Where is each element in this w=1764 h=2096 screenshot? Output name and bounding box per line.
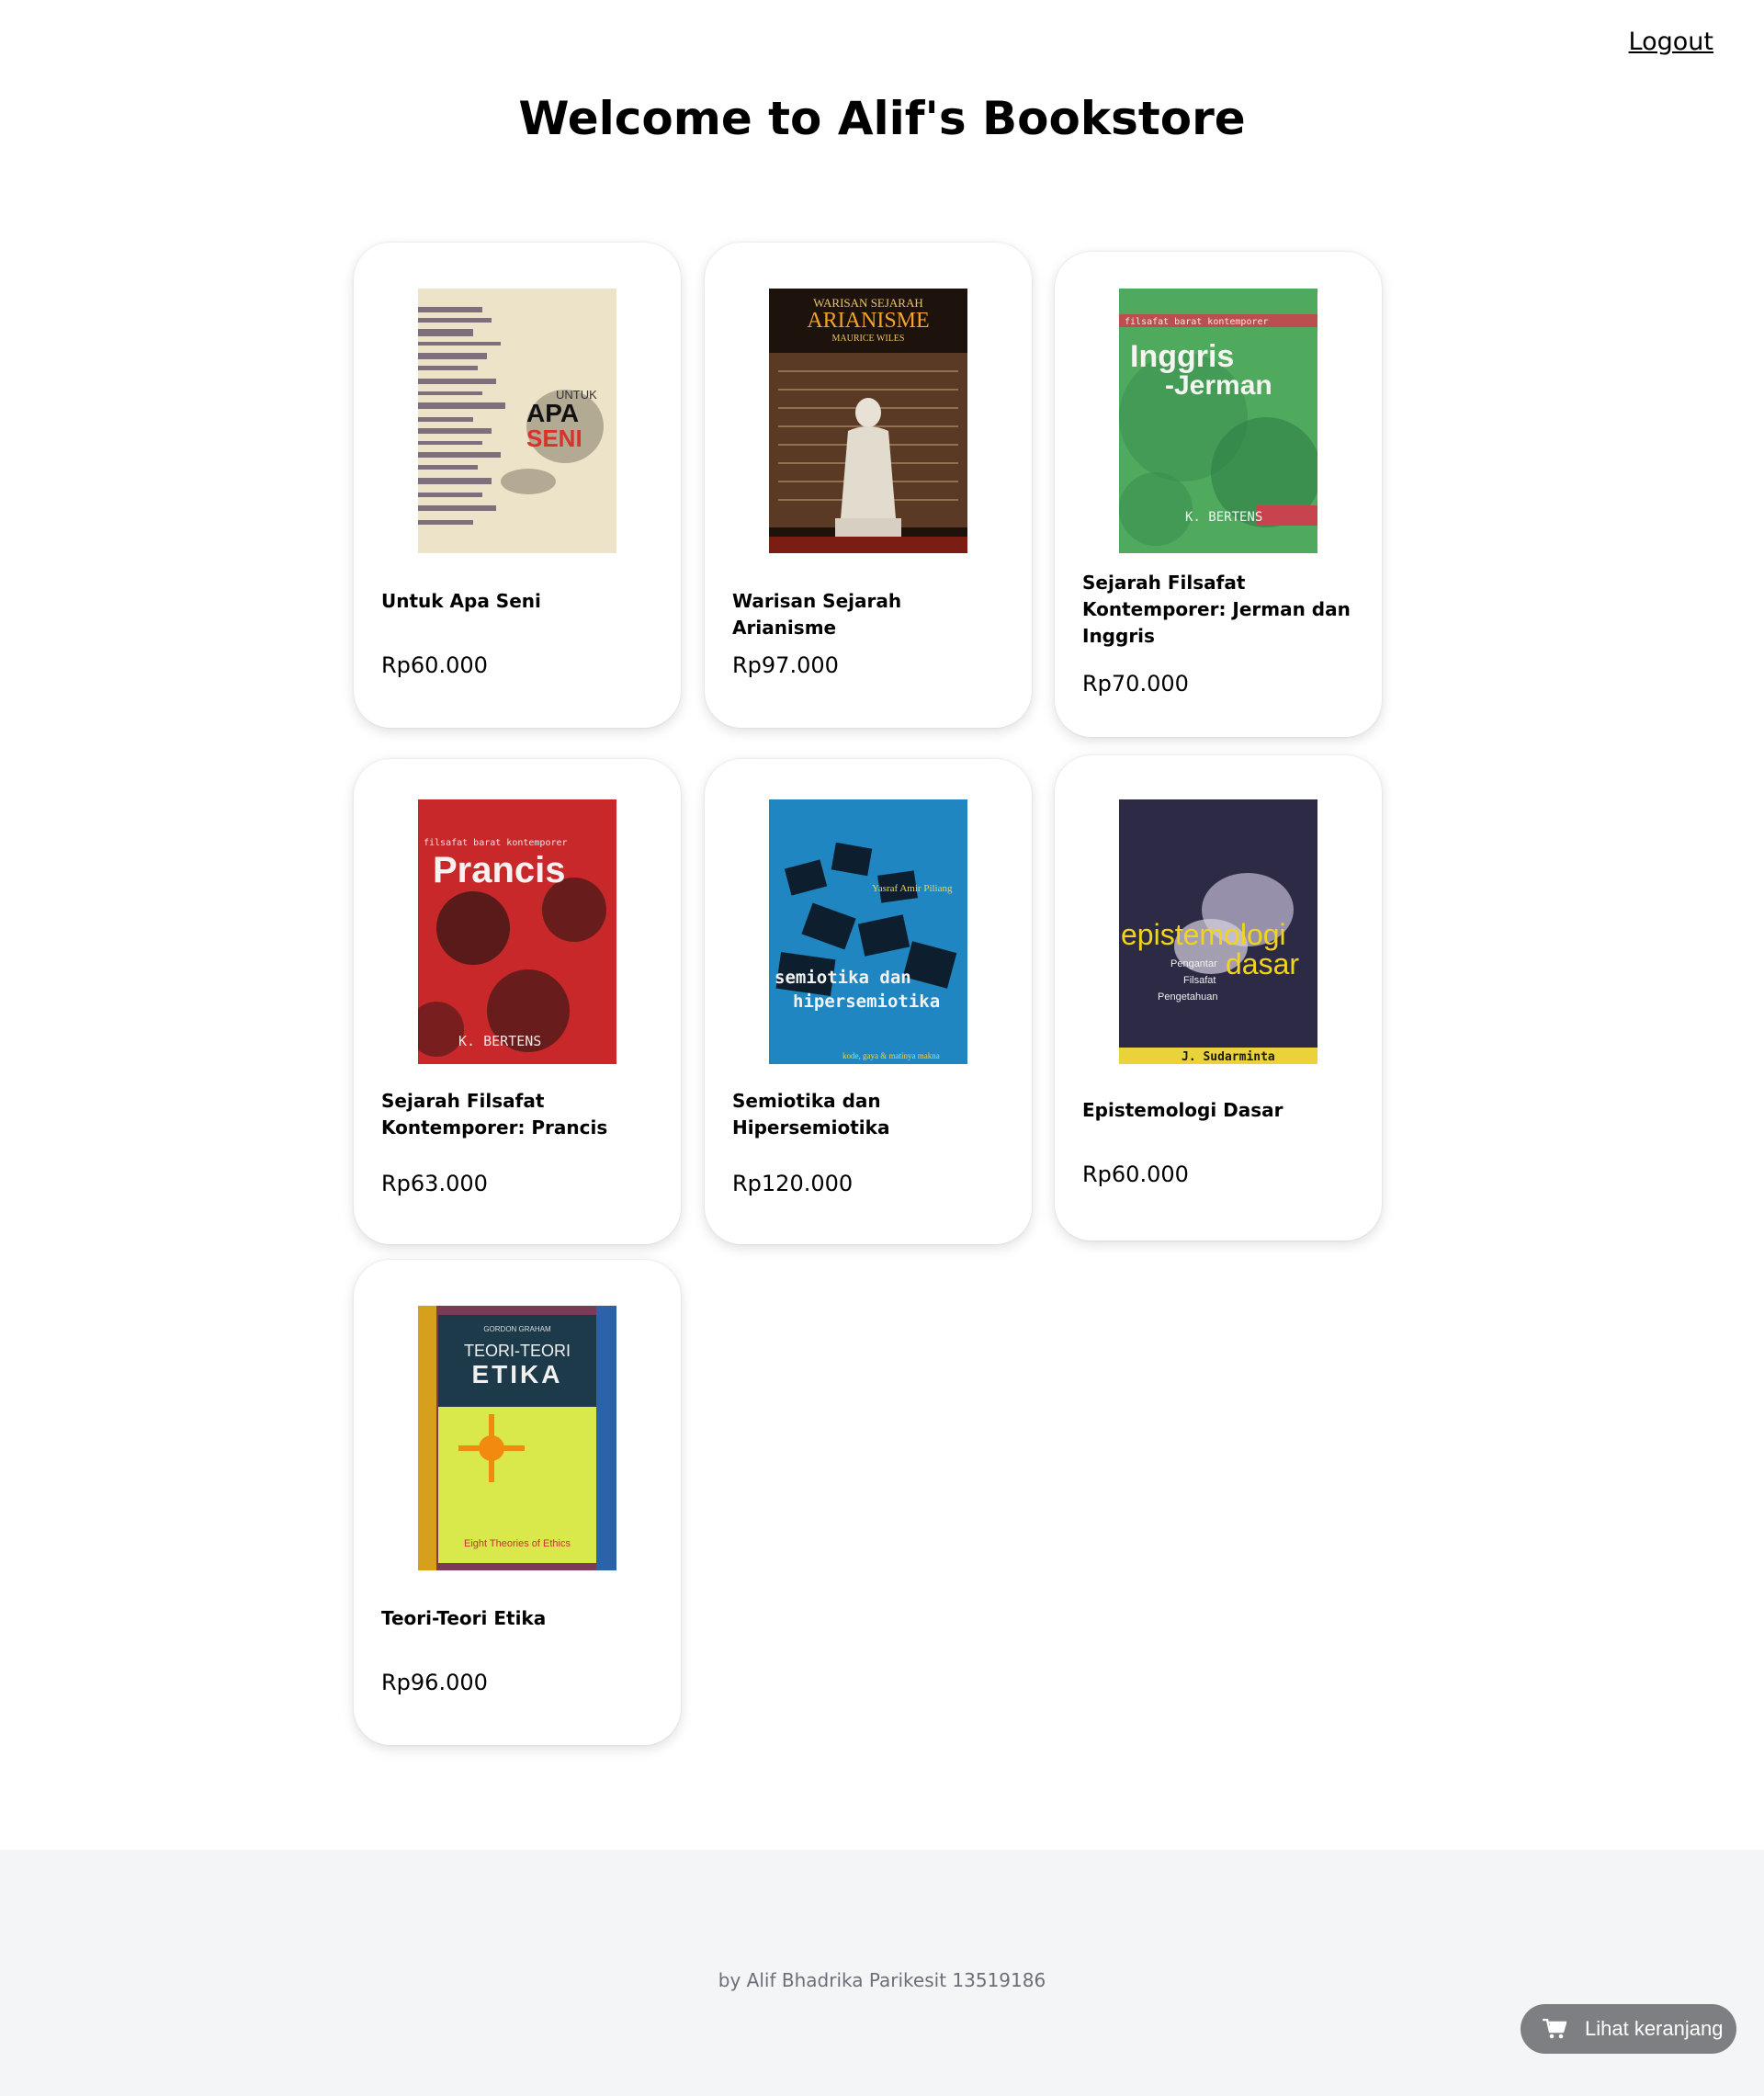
shopping-cart-icon xyxy=(1543,2019,1566,2039)
cover-text: ETIKA xyxy=(472,1360,563,1388)
footer-credit: by Alif Bhadrika Parikesit 13519186 xyxy=(718,1969,1046,1991)
book-cover[interactable]: filsafat barat kontemporer Prancis K. BE… xyxy=(418,799,616,1064)
book-title[interactable]: Semiotika dan Hipersemiotika xyxy=(732,1088,1008,1141)
cover-text: TEORI-TEORI xyxy=(464,1342,571,1360)
cover-text: Pengantar xyxy=(1170,958,1217,969)
cover-text: filsafat barat kontemporer xyxy=(1125,317,1269,327)
cover-text: semiotika dan xyxy=(775,968,911,988)
book-cover[interactable]: filsafat barat kontemporer Inggris -Jerm… xyxy=(1119,289,1317,553)
cover-text: Filsafat xyxy=(1183,975,1216,986)
cover-text: kode, gaya & matinya makna xyxy=(842,1051,940,1060)
book-cover[interactable]: WARISAN SEJARAH ARIANISME MAURICE WILES xyxy=(769,289,967,553)
book-cover[interactable]: UNTUK APA SENI xyxy=(418,289,616,553)
cover-text: Inggris xyxy=(1130,339,1234,374)
cover-text: APA xyxy=(526,399,579,427)
book-card[interactable]: filsafat barat kontemporer Inggris -Jerm… xyxy=(1055,252,1382,737)
book-cover[interactable]: GORDON GRAHAM TEORI-TEORI ETIKA Eight Th… xyxy=(418,1306,616,1570)
cover-text: MAURICE WILES xyxy=(832,334,905,344)
footer: by Alif Bhadrika Parikesit 13519186 xyxy=(0,1850,1764,2096)
cover-text: dasar xyxy=(1226,947,1299,980)
book-title[interactable]: Warisan Sejarah Arianisme xyxy=(732,588,1008,641)
cover-text: SENI xyxy=(526,425,582,452)
book-card[interactable]: UNTUK APA SENI Untuk Apa Seni Rp60.000 xyxy=(354,243,681,728)
cover-text: Yasraf Amir Piliang xyxy=(872,883,953,894)
cover-text: epistemologi xyxy=(1121,918,1286,951)
logout-link[interactable]: Logout xyxy=(1629,28,1713,56)
book-cover[interactable]: epistemologi dasar Pengantar Filsafat Pe… xyxy=(1119,799,1317,1064)
cover-text: filsafat barat kontemporer xyxy=(424,838,568,848)
book-title[interactable]: Sejarah Filsafat Kontemporer: Jerman dan… xyxy=(1082,570,1358,650)
cover-text: K. BERTENS xyxy=(1185,510,1262,525)
book-price: Rp70.000 xyxy=(1082,671,1189,697)
cover-text: hipersemiotika xyxy=(793,991,940,1012)
book-card[interactable]: filsafat barat kontemporer Prancis K. BE… xyxy=(354,759,681,1244)
cover-text: J. Sudarminta xyxy=(1182,1050,1275,1064)
book-cover[interactable]: Yasraf Amir Piliang semiotika dan hipers… xyxy=(769,799,967,1064)
book-title[interactable]: Untuk Apa Seni xyxy=(381,588,657,615)
page-title: Welcome to Alif's Bookstore xyxy=(518,92,1246,145)
book-price: Rp120.000 xyxy=(732,1171,854,1196)
book-card[interactable]: GORDON GRAHAM TEORI-TEORI ETIKA Eight Th… xyxy=(354,1260,681,1745)
cover-text: WARISAN SEJARAH xyxy=(813,296,923,310)
cover-text: ARIANISME xyxy=(807,309,929,333)
book-title[interactable]: Sejarah Filsafat Kontemporer: Prancis xyxy=(381,1088,657,1141)
book-price: Rp97.000 xyxy=(732,652,839,678)
book-price: Rp60.000 xyxy=(1082,1161,1189,1187)
book-price: Rp63.000 xyxy=(381,1171,488,1196)
view-cart-label: Lihat keranjang xyxy=(1585,2017,1724,2040)
cover-text: -Jerman xyxy=(1165,370,1272,401)
book-title[interactable]: Teori-Teori Etika xyxy=(381,1605,657,1632)
cover-text: Prancis xyxy=(433,850,566,890)
cover-text: K. BERTENS xyxy=(458,1033,541,1049)
cover-text: Eight Theories of Ethics xyxy=(464,1538,571,1549)
book-card[interactable]: WARISAN SEJARAH ARIANISME MAURICE WILES … xyxy=(705,243,1032,728)
book-price: Rp96.000 xyxy=(381,1670,488,1695)
cover-text: Pengetahuan xyxy=(1158,991,1217,1003)
cover-text: GORDON GRAHAM xyxy=(483,1325,551,1333)
book-card[interactable]: Yasraf Amir Piliang semiotika dan hipers… xyxy=(705,759,1032,1244)
book-card[interactable]: epistemologi dasar Pengantar Filsafat Pe… xyxy=(1055,755,1382,1241)
book-price: Rp60.000 xyxy=(381,652,488,678)
view-cart-button[interactable]: Lihat keranjang xyxy=(1521,2004,1736,2054)
book-title[interactable]: Epistemologi Dasar xyxy=(1082,1097,1358,1124)
